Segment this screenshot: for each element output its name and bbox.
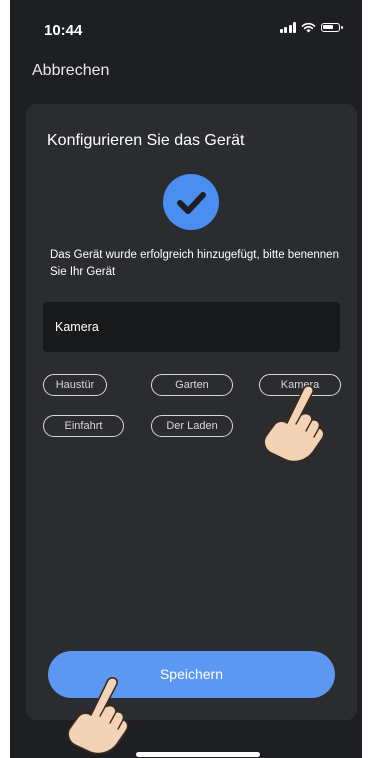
signal-icon <box>279 22 296 33</box>
status-bar: 10:44 <box>10 0 362 52</box>
tap-hand-icon <box>263 385 325 463</box>
status-time: 10:44 <box>44 22 83 39</box>
chip-haustuer[interactable]: Haustür <box>43 374 107 396</box>
checkmark-icon <box>163 174 219 230</box>
card-title: Konfigurieren Sie das Gerät <box>47 132 245 149</box>
device-name-input[interactable] <box>43 302 340 352</box>
phone-screen: 10:44 Abbrechen Konfigurieren Sie das Ge… <box>10 0 362 758</box>
chip-garten[interactable]: Garten <box>151 374 233 396</box>
home-indicator <box>136 752 260 757</box>
battery-icon <box>321 23 343 32</box>
status-icons <box>279 22 343 33</box>
wifi-icon <box>301 22 316 33</box>
success-description: Das Gerät wurde erfolgreich hinzugefügt,… <box>50 249 339 278</box>
chip-einfahrt[interactable]: Einfahrt <box>43 415 124 437</box>
tap-hand-icon <box>67 677 129 755</box>
chip-der-laden[interactable]: Der Laden <box>151 415 233 437</box>
cancel-button[interactable]: Abbrechen <box>32 62 109 80</box>
